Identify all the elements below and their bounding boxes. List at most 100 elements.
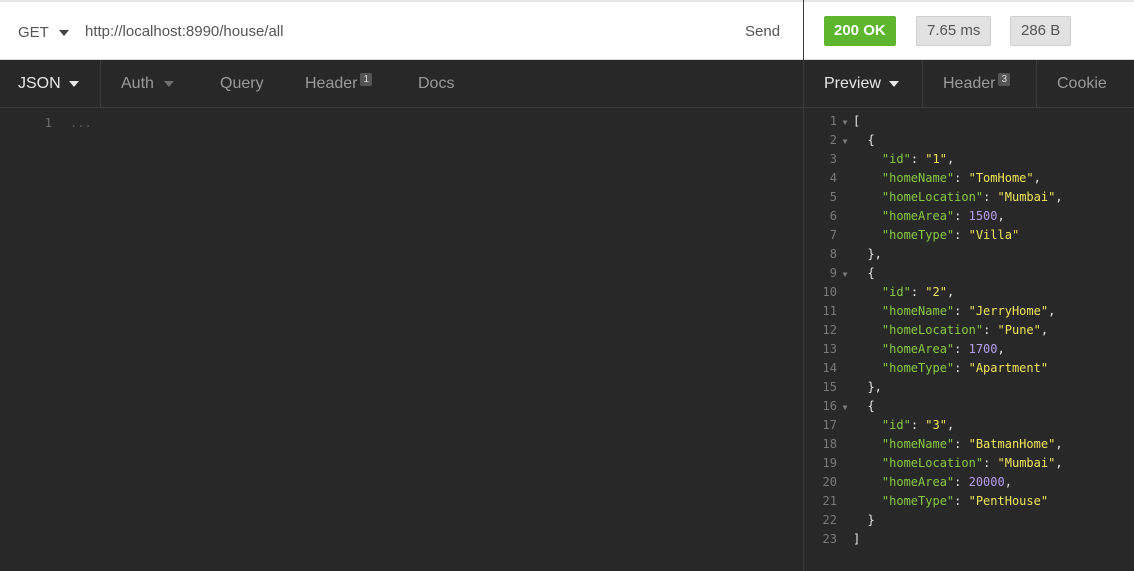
code-text: "homeType": "Villa" (881, 228, 1020, 242)
response-tabs: Preview Header 3 Cookie (804, 60, 1134, 108)
json-key: "homeArea" (881, 475, 955, 489)
code-line: 6 "homeArea": 1500, (804, 207, 1134, 226)
send-button[interactable]: Send (745, 23, 780, 40)
json-key: "homeName" (881, 437, 955, 451)
response-status-bar: 200 OK 7.65 ms 286 B (804, 0, 1134, 60)
tab-preview-label: Preview (824, 75, 881, 92)
json-punctuation: }, (867, 247, 882, 261)
tab-query[interactable]: Query (220, 60, 264, 108)
tab-divider (1036, 60, 1037, 108)
line-number: 10 (822, 285, 837, 299)
tab-divider (100, 60, 101, 108)
tab-header[interactable]: Header 1 (305, 60, 373, 108)
line-number: 16 (822, 399, 837, 413)
json-key: "homeType" (881, 361, 955, 375)
json-key: "id" (881, 418, 911, 432)
line-number: 23 (822, 532, 837, 546)
code-text: "homeType": "PentHouse" (881, 494, 1049, 508)
line-number: 14 (822, 361, 837, 375)
code-line: 13 "homeArea": 1700, (804, 340, 1134, 359)
tab-query-label: Query (220, 75, 264, 92)
response-pane: 200 OK 7.65 ms 286 B Preview Header 3 Coo… (803, 0, 1134, 571)
json-key: "homeType" (881, 228, 955, 242)
json-key: "id" (881, 285, 911, 299)
tab-cookie-label: Cookie (1057, 75, 1107, 92)
tab-auth-label: Auth (121, 75, 154, 92)
json-comma: , (1040, 323, 1049, 337)
json-comma: , (1055, 190, 1063, 204)
code-line: 4 "homeName": "TomHome", (804, 169, 1134, 188)
fold-caret-icon[interactable]: ▼ (837, 265, 853, 284)
code-text: } (853, 513, 875, 527)
code-text: "homeName": "JerryHome", (881, 304, 1056, 318)
line-number: 18 (822, 437, 837, 451)
tab-preview[interactable]: Preview (824, 60, 899, 108)
json-string: "BatmanHome" (968, 437, 1056, 451)
line-number: 7 (829, 228, 837, 242)
request-body-editor[interactable]: 1... (0, 108, 803, 571)
json-comma: , (946, 418, 955, 432)
code-line: 8 }, (804, 245, 1134, 264)
json-comma: , (946, 285, 955, 299)
json-punctuation: [ (853, 114, 861, 128)
fold-caret-icon[interactable]: ▼ (837, 132, 853, 151)
response-preview[interactable]: 1 ▼[2 ▼ {3 "id": "1", 4 "homeName": "TomHom… (804, 112, 1134, 571)
json-key: "homeType" (881, 494, 955, 508)
line-number: 19 (822, 456, 837, 470)
code-line: 7 "homeType": "Villa" (804, 226, 1134, 245)
json-key: "homeArea" (881, 342, 955, 356)
code-line: 5 "homeLocation": "Mumbai", (804, 188, 1134, 207)
json-punctuation: ] (853, 532, 861, 546)
fold-caret-icon[interactable]: ▼ (837, 113, 853, 132)
json-comma: , (1055, 437, 1063, 451)
code-line: 21 "homeType": "PentHouse" (804, 492, 1134, 511)
tab-docs[interactable]: Docs (418, 60, 454, 108)
fold-caret-icon[interactable]: ▼ (837, 398, 853, 417)
json-string: "Mumbai" (997, 190, 1056, 204)
header-count-badge: 1 (360, 73, 373, 86)
request-pane: GET http://localhost:8990/house/all Send… (0, 0, 803, 571)
tab-response-header[interactable]: Header 3 (943, 60, 1011, 108)
code-text: }, (853, 247, 882, 261)
json-punctuation: } (867, 513, 875, 527)
code-text: "homeName": "BatmanHome", (881, 437, 1063, 451)
url-input[interactable]: http://localhost:8990/house/all (85, 23, 283, 40)
url-bar: GET http://localhost:8990/house/all Send (0, 0, 803, 60)
code-text: "homeType": "Apartment" (881, 361, 1049, 375)
json-key: "homeName" (881, 171, 955, 185)
code-text: ] (853, 532, 860, 546)
json-comma: , (1004, 475, 1012, 489)
code-text: { (853, 399, 874, 413)
line-number: 20 (822, 475, 837, 489)
code-text: "homeLocation": "Mumbai", (881, 190, 1063, 204)
code-line: 19 "homeLocation": "Mumbai", (804, 454, 1134, 473)
tab-json-body[interactable]: JSON (18, 60, 79, 108)
request-tabs: JSON Auth Query Header 1 Docs (0, 60, 803, 108)
response-size-badge: 286 B (1010, 16, 1072, 46)
line-number: 13 (822, 342, 837, 356)
chevron-down-icon (163, 80, 174, 87)
chevron-down-icon (68, 80, 79, 87)
line-number: 15 (822, 380, 837, 394)
method-select[interactable]: GET (18, 24, 49, 41)
code-text: { (853, 266, 874, 280)
json-key: "homeLocation" (881, 456, 984, 470)
code-text: "id": "2", (881, 285, 955, 299)
tab-auth[interactable]: Auth (121, 60, 174, 108)
code-line: 2 ▼ { (804, 131, 1134, 150)
chevron-down-icon[interactable] (59, 30, 69, 36)
json-string: "Pune" (997, 323, 1041, 337)
code-text: "homeArea": 20000, (881, 475, 1012, 489)
line-number: 9 (829, 266, 837, 280)
json-key: "homeLocation" (881, 323, 984, 337)
code-line: 1 ▼[ (804, 112, 1134, 131)
tab-divider (922, 60, 923, 108)
json-string: "TomHome" (968, 171, 1034, 185)
code-line: 18 "homeName": "BatmanHome", (804, 435, 1134, 454)
line-number: 21 (822, 494, 837, 508)
code-text: "homeArea": 1700, (881, 342, 1005, 356)
line-number: 8 (829, 247, 837, 261)
code-line: 11 "homeName": "JerryHome", (804, 302, 1134, 321)
json-comma: , (1048, 304, 1056, 318)
tab-cookie[interactable]: Cookie (1057, 60, 1107, 108)
